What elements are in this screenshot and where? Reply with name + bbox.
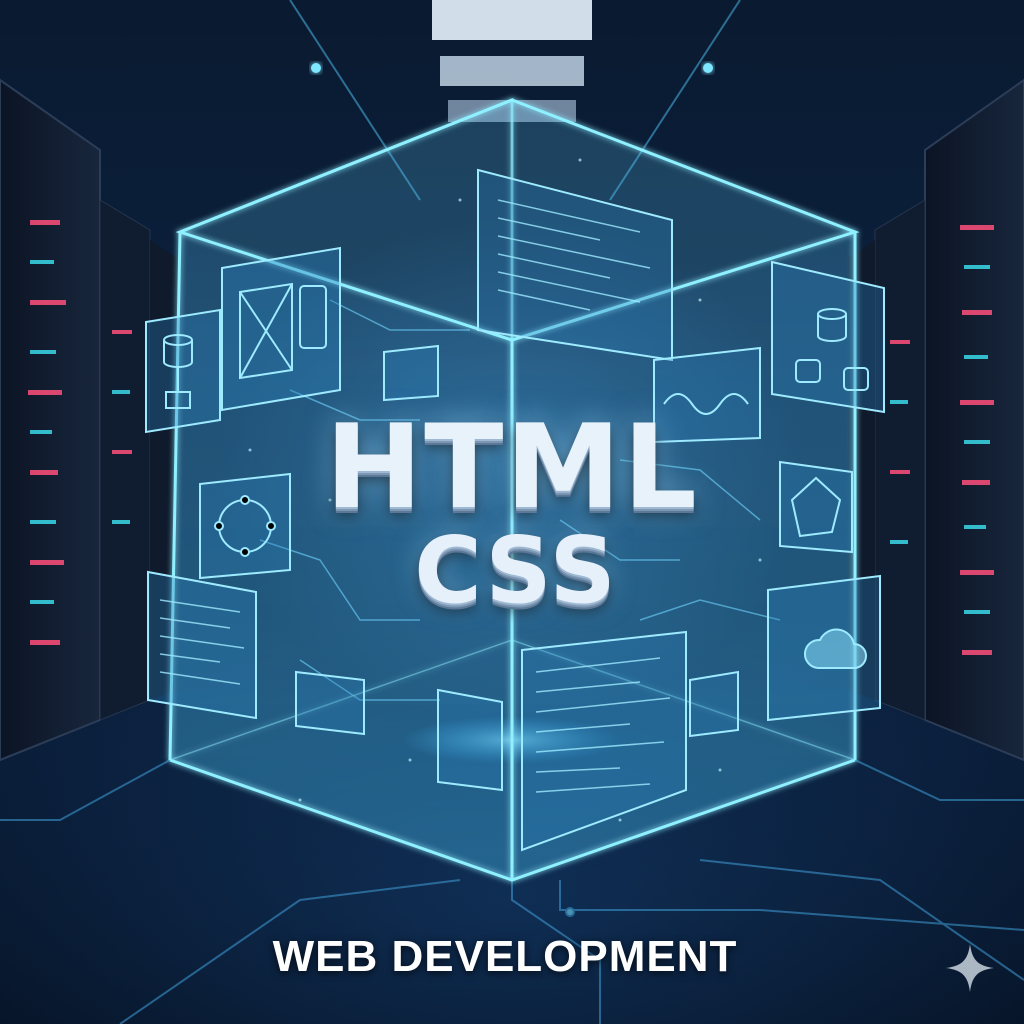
database-panel-right	[771, 260, 885, 414]
small-panel-left	[295, 670, 365, 736]
headline-text: HTML	[325, 400, 699, 535]
small-panel-center	[437, 688, 503, 792]
hologram-scene: HTML CSS WEB DEVELOPMENT	[0, 0, 1024, 1024]
small-panel-right	[689, 670, 739, 738]
caption-text: WEB DEVELOPMENT	[272, 932, 738, 981]
wireframe-layout-panel	[221, 246, 341, 412]
sparkle-icon	[946, 944, 994, 992]
small-panel-top	[383, 344, 439, 402]
subheadline-text: CSS	[414, 517, 618, 624]
